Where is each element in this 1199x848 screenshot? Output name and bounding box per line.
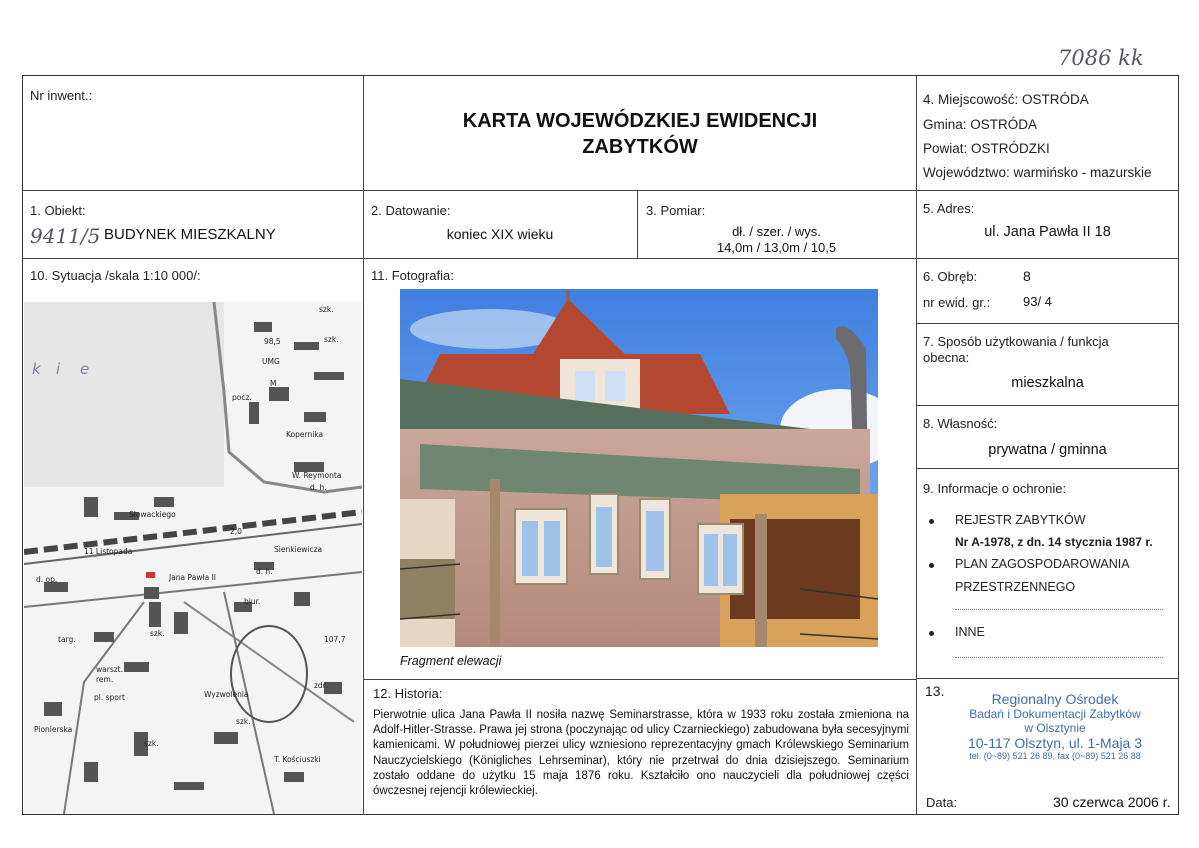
map-label: W. Reymonta (292, 471, 341, 480)
stamp-line2: Badań i Dokumentacji Zabytków (969, 707, 1141, 721)
dating-value: koniec XIX wieku (446, 226, 554, 242)
place-label: 4. Miejscowość: OSTRÓDA (923, 92, 1089, 107)
ownership-value: prywatna / gminna (988, 442, 1107, 458)
inventory-label: Nr inwent.: (30, 88, 93, 103)
map-label: 98,5 (264, 337, 281, 346)
commune-label: Gmina: OSTRÓDA (923, 117, 1038, 132)
title-line2: ZABYTKÓW (582, 136, 698, 158)
voivodeship-label: Województwo: warmińsko - mazurskie (923, 165, 1152, 180)
parcel-value: 93/ 4 (1023, 294, 1052, 309)
row-divider (916, 405, 1179, 406)
photo-label: 11. Fotografia: (371, 268, 454, 283)
situation-map: k i e szk. 98,5 UMG pocz. M szk. W. Reym… (24, 302, 362, 814)
protection-label: 9. Informacje o ochronie: (923, 481, 1067, 496)
plan-line2: PRZESTRZENNEGO (955, 580, 1076, 594)
district-label: Powiat: OSTRÓDZKI (923, 141, 1050, 156)
map-label: e (80, 360, 89, 378)
bullet-icon (929, 563, 934, 568)
usage-value: mieszkalna (1011, 375, 1084, 391)
measure-line2: 14,0m / 13,0m / 10,5 (716, 240, 837, 255)
other-dotted-line (955, 657, 1163, 658)
stamp-line1: Regionalny Ośrodek (991, 691, 1119, 707)
date-value: 30 czerwca 2006 r. (1053, 794, 1171, 810)
map-label: Kopernika (286, 430, 323, 439)
map-graphic: k i e szk. 98,5 UMG pocz. M szk. W. Reym… (24, 302, 362, 814)
object-label: 1. Obiekt: (30, 203, 86, 218)
institution-stamp: Regionalny Ośrodek Badań i Dokumentacji … (940, 691, 1170, 761)
map-label: pocz. (232, 393, 252, 402)
map-label: 2,0 (230, 527, 242, 536)
map-label: targ. (58, 635, 76, 644)
photo-caption: Fragment elewacji (400, 654, 502, 668)
map-label: M (270, 379, 276, 388)
map-label: 11 Listopada (84, 547, 132, 556)
row-divider (916, 468, 1179, 469)
stamp-line4: 10-117 Olsztyn, ul. 1-Maja 3 (967, 735, 1143, 751)
handwritten-number: 7086 kk (1058, 46, 1144, 70)
stamp-line5: tel. (0~89) 521 26 89, fax (0~89) 521 26… (969, 751, 1141, 761)
object-value: BUDYNEK MIESZKALNY (104, 226, 276, 243)
facade-photo (400, 289, 878, 647)
situation-label: 10. Sytuacja /skala 1:10 000/: (30, 268, 201, 283)
register-number: Nr A-1978, z dn. 14 stycznia 1987 r. (955, 535, 1153, 549)
map-label: Jana Pawła II (168, 573, 216, 582)
map-label: d. op. (36, 575, 57, 584)
map-label: T. Kościuszki (273, 755, 321, 764)
stamp-line3: w Olsztynie (1024, 721, 1086, 735)
map-label: d. h. (310, 483, 327, 492)
map-label: szk. (144, 739, 159, 748)
dating-label: 2. Datowanie: (371, 203, 451, 218)
register-label: REJESTR ZABYTKÓW (955, 513, 1086, 527)
map-label: szk. (319, 305, 334, 314)
map-label: d. h. (256, 567, 273, 576)
row-divider (916, 678, 1179, 679)
col-divider (363, 75, 364, 815)
address-label: 5. Adres: (923, 201, 975, 216)
map-label: warszt. (96, 665, 123, 674)
measure-label: 3. Pomiar: (646, 203, 706, 218)
map-marker (146, 572, 155, 578)
map-label: szk. (324, 335, 339, 344)
row-divider (22, 258, 1179, 259)
row-divider (22, 190, 1179, 191)
row-divider (916, 323, 1179, 324)
photo-graphic (400, 289, 878, 647)
handwritten-object-code: 9411/5 (30, 224, 101, 248)
precinct-value: 8 (1023, 268, 1031, 284)
map-label: szk. (236, 717, 251, 726)
map-label: pl. sport (94, 693, 125, 702)
row-divider (363, 679, 916, 680)
history-label: 12. Historia: (373, 686, 443, 701)
plan-dotted-line (955, 609, 1163, 610)
map-label: szk. (150, 629, 165, 638)
map-label: Sienkiewicza (274, 545, 322, 554)
map-label: 107,7 (324, 635, 346, 644)
map-label: k (32, 360, 42, 378)
plan-line1: PLAN ZAGOSPODAROWANIA (955, 557, 1130, 571)
bullet-icon (929, 519, 934, 524)
map-label: rem. (96, 675, 113, 684)
map-label: UMG (262, 357, 280, 366)
precinct-label: 6. Obręb: (923, 269, 978, 284)
map-label: Pionierska (34, 725, 72, 734)
date-label: Data: (926, 795, 958, 810)
map-label: zdr. (314, 681, 327, 690)
measure-line1: dł. / szer. / wys. (732, 224, 821, 239)
parcel-label: nr ewid. gr.: (923, 295, 991, 310)
title-line1: KARTA WOJEWÓDZKIEJ EWIDENCJI (462, 110, 818, 132)
bullet-icon (929, 631, 934, 636)
other-label: INNE (955, 625, 985, 639)
card-title: KARTA WOJEWÓDZKIEJ EWIDENCJI ZABYTKÓW (365, 108, 915, 160)
usage-label-line2: obecna: (923, 350, 970, 365)
map-label: Wyzwolenia (204, 690, 249, 699)
map-label: biur. (244, 597, 260, 606)
usage-label-line1: 7. Sposób użytkowania / funkcja (923, 334, 1109, 349)
ownership-label: 8. Własność: (923, 416, 998, 431)
history-text: Pierwotnie ulica Jana Pawła II nosiła na… (373, 709, 909, 798)
map-label: Słowackiego (129, 510, 176, 519)
address-value: ul. Jana Pawła II 18 (984, 224, 1111, 240)
